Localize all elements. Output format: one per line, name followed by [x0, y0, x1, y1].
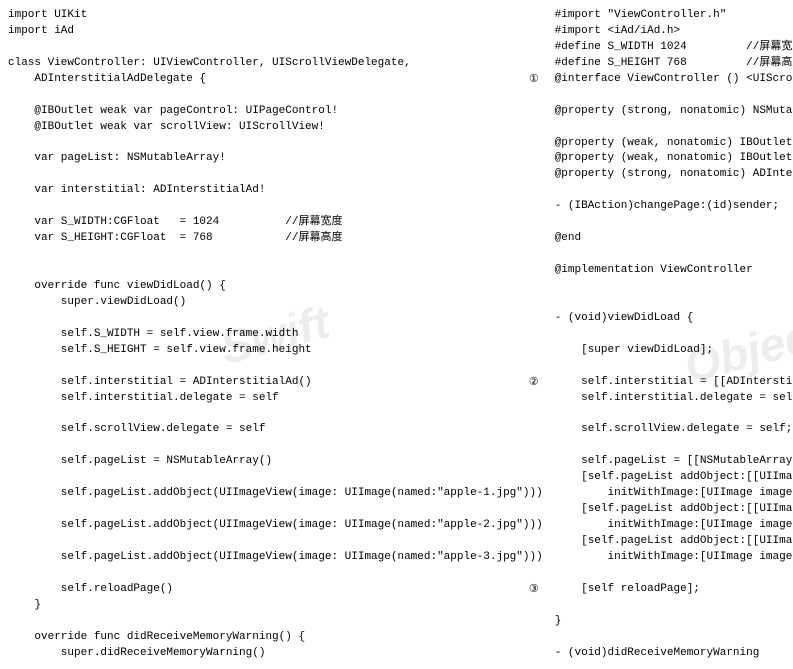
swift-line — [8, 534, 543, 550]
objc-line — [555, 327, 793, 343]
objc-line — [555, 88, 793, 104]
swift-line — [8, 406, 543, 422]
swift-line: self.interstitial = ADInterstitialAd()② — [8, 375, 543, 391]
swift-column: Swift import UIKitimport iAd class ViewC… — [8, 8, 543, 661]
swift-line: self.pageList.addObject(UIImageView(imag… — [8, 550, 543, 566]
objc-line: #import <iAd/iAd.h> — [555, 24, 793, 40]
swift-line: import iAd — [8, 24, 543, 40]
swift-line: class ViewController: UIViewController, … — [8, 56, 543, 72]
objc-line — [555, 247, 793, 263]
objc-line — [555, 406, 793, 422]
swift-line: super.didReceiveMemoryWarning() — [8, 646, 543, 662]
swift-line: self.S_HEIGHT = self.view.frame.height — [8, 343, 543, 359]
annotation-marker: ① — [529, 72, 539, 88]
swift-line — [8, 199, 543, 215]
swift-line: self.reloadPage()③ — [8, 582, 543, 598]
swift-line: var S_HEIGHT:CGFloat = 768 //屏幕高度 — [8, 231, 543, 247]
annotation-marker: ③ — [529, 582, 539, 598]
swift-line: override func didReceiveMemoryWarning() … — [8, 630, 543, 646]
swift-line — [8, 263, 543, 279]
swift-line: var S_WIDTH:CGFloat = 1024 //屏幕宽度 — [8, 215, 543, 231]
objc-line — [555, 215, 793, 231]
swift-line — [8, 566, 543, 582]
swift-line: var interstitial: ADInterstitialAd! — [8, 183, 543, 199]
objc-line: @property (weak, nonatomic) IBOutlet UIP… — [555, 151, 793, 167]
swift-line: self.pageList = NSMutableArray() — [8, 454, 543, 470]
objc-line — [555, 120, 793, 136]
swift-line — [8, 136, 543, 152]
objc-line: - (IBAction)changePage:(id)sender; — [555, 199, 793, 215]
swift-line — [8, 470, 543, 486]
objc-line: self.scrollView.delegate = self; — [555, 422, 793, 438]
objc-line: self.interstitial.delegate = self; — [555, 391, 793, 407]
objc-line: @interface ViewController () <UIScrollVi… — [555, 72, 793, 88]
objc-line — [555, 279, 793, 295]
objc-line: initWithImage:[UIImage imageNamed:@"appl… — [555, 486, 793, 502]
objc-line: [self reloadPage];③ — [555, 582, 793, 598]
objc-line: self.pageList = [[NSMutableArray alloc] … — [555, 454, 793, 470]
objc-line: #define S_WIDTH 1024 //屏幕宽度 — [555, 40, 793, 56]
code-comparison: Swift import UIKitimport iAd class ViewC… — [8, 8, 785, 661]
objc-line: #define S_HEIGHT 768 //屏幕高度 — [555, 56, 793, 72]
swift-line — [8, 88, 543, 104]
objc-line: @implementation ViewController — [555, 263, 793, 279]
objc-line — [555, 359, 793, 375]
objc-line — [555, 438, 793, 454]
objc-line — [555, 295, 793, 311]
objc-line — [555, 183, 793, 199]
swift-line: self.pageList.addObject(UIImageView(imag… — [8, 518, 543, 534]
objc-line: @property (strong, nonatomic) ADIntersti… — [555, 167, 793, 183]
swift-line: @IBOutlet weak var scrollView: UIScrollV… — [8, 120, 543, 136]
swift-line: self.pageList.addObject(UIImageView(imag… — [8, 486, 543, 502]
swift-line: self.interstitial.delegate = self — [8, 391, 543, 407]
objc-line: @property (weak, nonatomic) IBOutlet UIS… — [555, 136, 793, 152]
objc-line — [555, 566, 793, 582]
swift-line: @IBOutlet weak var pageControl: UIPageCo… — [8, 104, 543, 120]
swift-line — [8, 359, 543, 375]
swift-line: import UIKit — [8, 8, 543, 24]
objc-line: - (void)didReceiveMemoryWarning — [555, 646, 793, 662]
swift-line — [8, 40, 543, 56]
swift-line — [8, 614, 543, 630]
objc-line: initWithImage:[UIImage imageNamed:@"appl… — [555, 550, 793, 566]
swift-line: override func viewDidLoad() { — [8, 279, 543, 295]
swift-line — [8, 311, 543, 327]
swift-line: } — [8, 598, 543, 614]
objc-line: initWithImage:[UIImage imageNamed:@"appl… — [555, 518, 793, 534]
swift-line — [8, 438, 543, 454]
objc-line: [self.pageList addObject:[[UIImageView a… — [555, 502, 793, 518]
objc-line: #import "ViewController.h" — [555, 8, 793, 24]
objc-column: Objective-C #import "ViewController.h"#i… — [555, 8, 793, 661]
objc-line: @end — [555, 231, 793, 247]
objc-line — [555, 598, 793, 614]
swift-line: super.viewDidLoad() — [8, 295, 543, 311]
swift-line: var pageList: NSMutableArray! — [8, 151, 543, 167]
objc-line: - (void)viewDidLoad { — [555, 311, 793, 327]
swift-line: self.S_WIDTH = self.view.frame.width — [8, 327, 543, 343]
annotation-marker: ② — [529, 375, 539, 391]
swift-line: self.scrollView.delegate = self — [8, 422, 543, 438]
objc-line: [self.pageList addObject:[[UIImageView a… — [555, 470, 793, 486]
swift-line: ADInterstitialAdDelegate {① — [8, 72, 543, 88]
objc-line: self.interstitial = [[ADInterstitialAd a… — [555, 375, 793, 391]
objc-line: [super viewDidLoad]; — [555, 343, 793, 359]
objc-line: } — [555, 614, 793, 630]
objc-line — [555, 630, 793, 646]
objc-line: @property (strong, nonatomic) NSMutableA… — [555, 104, 793, 120]
objc-line: [self.pageList addObject:[[UIImageView a… — [555, 534, 793, 550]
swift-line — [8, 502, 543, 518]
swift-line — [8, 167, 543, 183]
swift-line — [8, 247, 543, 263]
